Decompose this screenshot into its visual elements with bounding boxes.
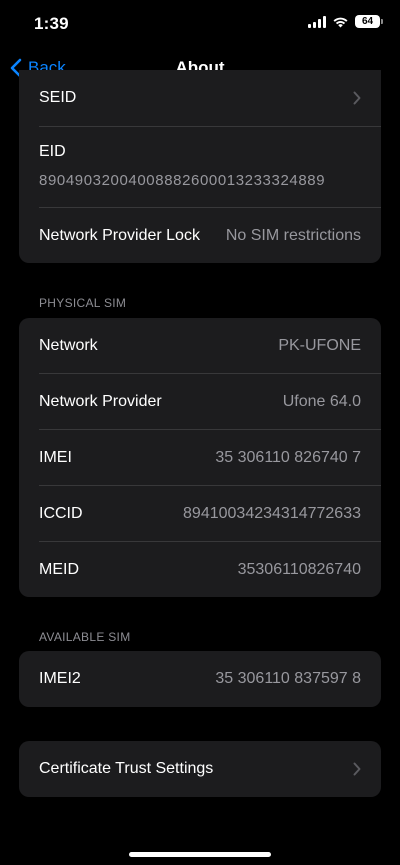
imei-row: IMEI 35 306110 826740 7 xyxy=(19,430,381,486)
eid-row[interactable]: EID 89049032004008882600013233324889 xyxy=(19,127,381,207)
certificate-trust-settings-row[interactable]: Certificate Trust Settings xyxy=(19,741,381,797)
imei2-value: 35 306110 837597 8 xyxy=(215,670,361,687)
certificate-group: Certificate Trust Settings xyxy=(19,741,381,797)
available-sim-header: AVAILABLE SIM xyxy=(39,630,131,644)
network-provider-lock-value: No SIM restrictions xyxy=(225,227,361,244)
network-label: Network xyxy=(39,337,98,354)
eid-label: EID xyxy=(39,143,66,160)
battery-icon: 64 xyxy=(355,15,383,28)
certificate-trust-settings-label: Certificate Trust Settings xyxy=(39,760,214,777)
network-provider-label: Network Provider xyxy=(39,393,162,410)
network-provider-row: Network Provider Ufone 64.0 xyxy=(19,374,381,430)
physical-sim-header: PHYSICAL SIM xyxy=(39,296,127,310)
meid-value: 35306110826740 xyxy=(237,561,361,578)
available-sim-group: IMEI2 35 306110 837597 8 xyxy=(19,651,381,707)
status-bar: 1:39 64 xyxy=(0,0,400,48)
status-time: 1:39 xyxy=(34,14,69,33)
meid-row: MEID 35306110826740 xyxy=(19,542,381,598)
imei2-label: IMEI2 xyxy=(39,670,81,687)
seid-row[interactable]: SEID xyxy=(19,70,381,126)
physical-sim-group: Network PK-UFONE Network Provider Ufone … xyxy=(19,318,381,597)
meid-label: MEID xyxy=(39,561,79,578)
seid-label: SEID xyxy=(39,89,77,106)
iccid-label: ICCID xyxy=(39,505,83,522)
device-info-group: SEID EID 8904903200400888260001323332488… xyxy=(19,70,381,263)
imei-label: IMEI xyxy=(39,449,72,466)
eid-value: 89049032004008882600013233324889 xyxy=(39,172,326,189)
home-indicator[interactable] xyxy=(129,852,271,857)
imei-value: 35 306110 826740 7 xyxy=(215,449,361,466)
network-provider-lock-label: Network Provider Lock xyxy=(39,227,200,244)
chevron-right-icon xyxy=(353,762,361,776)
network-provider-value: Ufone 64.0 xyxy=(282,393,361,410)
network-value: PK-UFONE xyxy=(278,337,361,354)
iccid-value: 89410034234314772633 xyxy=(183,505,361,522)
signal-icon xyxy=(308,15,326,28)
chevron-right-icon xyxy=(353,91,361,105)
network-provider-lock-row: Network Provider Lock No SIM restriction… xyxy=(19,208,381,264)
iccid-row: ICCID 89410034234314772633 xyxy=(19,486,381,542)
wifi-icon xyxy=(333,17,348,27)
network-row: Network PK-UFONE xyxy=(19,318,381,374)
status-icons: 64 xyxy=(308,15,383,28)
battery-level: 64 xyxy=(361,16,374,27)
imei2-row: IMEI2 35 306110 837597 8 xyxy=(19,651,381,707)
